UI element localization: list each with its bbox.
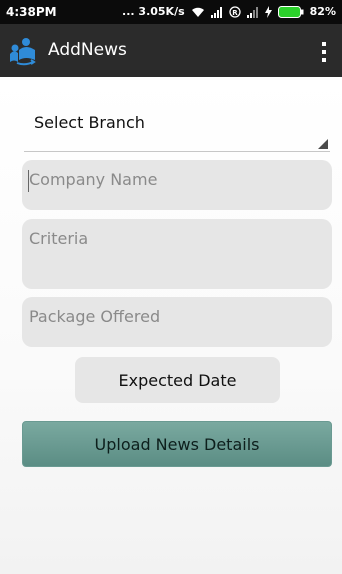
signal-icon [210, 6, 223, 18]
criteria-field[interactable] [22, 219, 332, 289]
package-offered-field[interactable] [22, 297, 332, 347]
status-bar: 4:38PM ... 3.05K/s R 82% [0, 0, 342, 24]
battery-icon [277, 5, 304, 18]
status-icons: ... 3.05K/s R 82% [122, 5, 336, 18]
expected-date-button[interactable]: Expected Date [75, 357, 280, 403]
app-bar: AddNews [0, 24, 342, 77]
dropdown-arrow-icon [318, 139, 328, 149]
status-time: 4:38PM [6, 5, 57, 19]
app-title: AddNews [48, 40, 127, 60]
wifi-icon [191, 6, 205, 18]
network-speed: ... 3.05K/s [122, 5, 185, 18]
criteria-input[interactable] [29, 229, 325, 267]
overflow-menu-icon[interactable] [318, 40, 330, 64]
text-cursor [28, 170, 29, 192]
company-name-field[interactable] [22, 160, 332, 210]
svg-text:R: R [232, 9, 238, 17]
upload-news-button[interactable]: Upload News Details [22, 421, 332, 467]
battery-percent: 82% [309, 5, 336, 18]
charging-icon [264, 5, 272, 18]
company-name-input[interactable] [29, 170, 325, 189]
package-offered-input[interactable] [29, 307, 325, 326]
app-logo-icon [7, 36, 41, 66]
signal-icon [246, 6, 259, 18]
branch-spinner[interactable]: Select Branch [24, 105, 330, 152]
branch-spinner-label: Select Branch [34, 113, 145, 132]
roaming-icon: R [229, 5, 241, 18]
